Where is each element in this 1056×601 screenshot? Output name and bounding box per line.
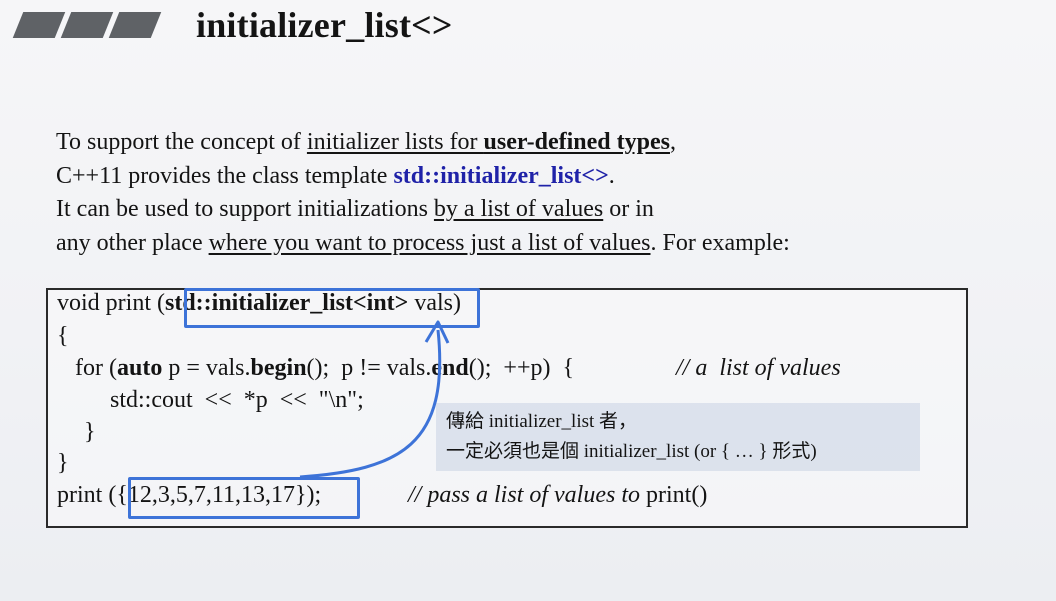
- pointer-arrow-icon: [299, 320, 450, 479]
